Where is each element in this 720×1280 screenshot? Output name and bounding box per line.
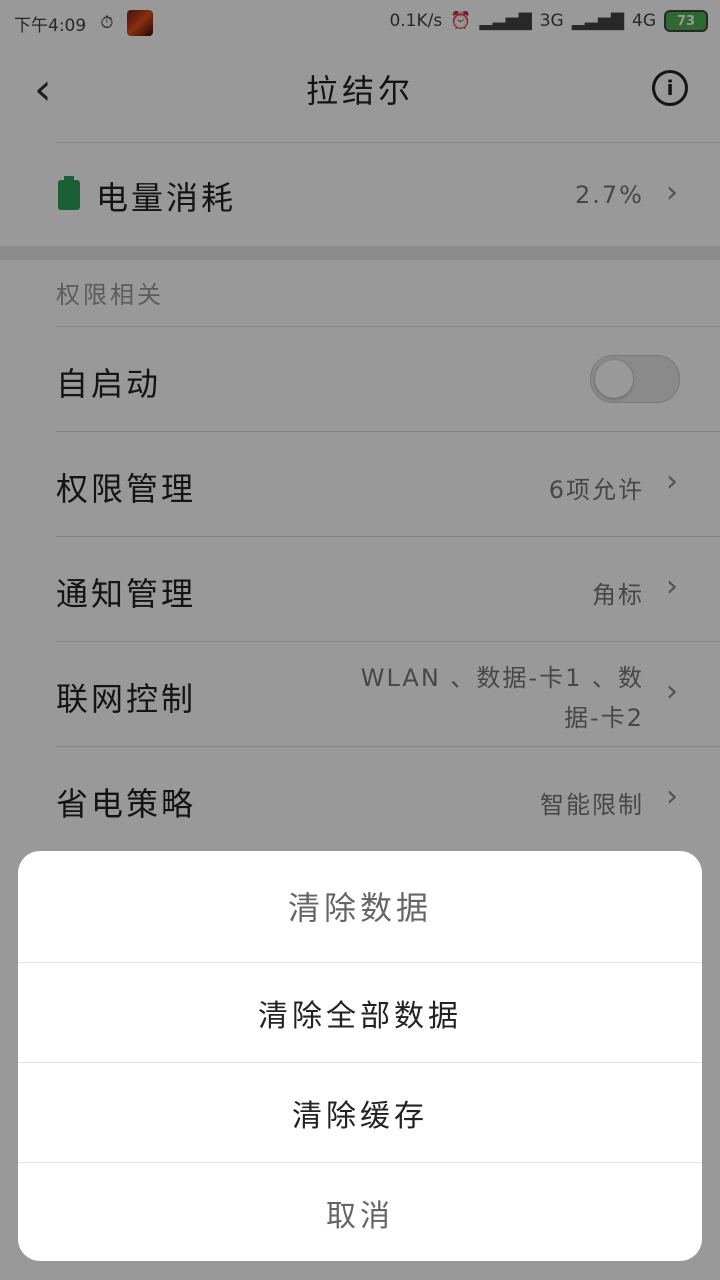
clear-cache-button[interactable]: 清除缓存 <box>18 1062 702 1163</box>
clear-all-data-button[interactable]: 清除全部数据 <box>18 962 702 1063</box>
clear-data-dialog: 清除数据 清除全部数据 清除缓存 取消 <box>18 851 702 1261</box>
dialog-title: 清除数据 <box>287 889 432 927</box>
cancel-button[interactable]: 取消 <box>18 1162 702 1261</box>
